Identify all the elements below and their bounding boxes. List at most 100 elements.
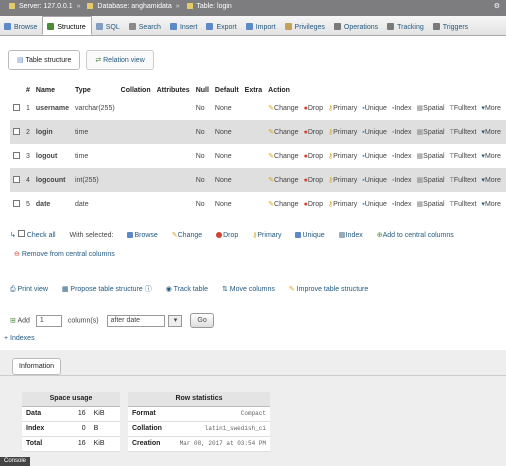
- row-checkbox[interactable]: [13, 199, 20, 207]
- fulltext-action-button[interactable]: TFulltext: [450, 201, 477, 208]
- propose-structure-link[interactable]: ▦ Propose table structure ⓘ: [62, 286, 152, 293]
- improve-structure-link[interactable]: ✎ Improve table structure: [289, 286, 368, 293]
- unique-action-button[interactable]: ▪Unique: [362, 105, 387, 112]
- bulk-unique-button[interactable]: Unique: [295, 232, 325, 239]
- drop-action-button[interactable]: ●Drop: [304, 177, 323, 184]
- spatial-action-button[interactable]: ▦Spatial: [417, 177, 445, 184]
- unique-action-button[interactable]: ▪Unique: [362, 153, 387, 160]
- bulk-index-button[interactable]: Index: [338, 232, 363, 239]
- change-action-button[interactable]: ✎Change: [268, 129, 298, 136]
- drop-action-button[interactable]: ●Drop: [304, 153, 323, 160]
- tab-table-structure[interactable]: ▤ Table structure: [8, 50, 81, 70]
- drop-action-button[interactable]: ●Drop: [304, 105, 323, 112]
- tab-operations[interactable]: Operations: [330, 17, 383, 35]
- move-columns-link[interactable]: ⇅ Move columns: [222, 286, 275, 293]
- more-action-button[interactable]: ▾More: [481, 105, 500, 112]
- more-action-button[interactable]: ▾More: [481, 153, 500, 160]
- more-action-button[interactable]: ▾More: [481, 177, 500, 184]
- bulk-drop-button[interactable]: Drop: [216, 232, 238, 239]
- print-view-link[interactable]: ⎙ Print view: [10, 286, 48, 293]
- table-row: 4 logcount int(255) No None ✎Change ●Drop ⚷Prim…: [10, 168, 506, 192]
- tab-label: Insert: [179, 24, 198, 31]
- check-all-checkbox[interactable]: [17, 230, 25, 237]
- space-usage-header-row: Space usage: [22, 392, 120, 407]
- tab-search[interactable]: Search: [125, 17, 166, 35]
- index-action-button[interactable]: ▪Index: [392, 201, 412, 208]
- change-action-button[interactable]: ✎Change: [268, 105, 298, 112]
- tab-browse[interactable]: Browse: [0, 17, 42, 35]
- fulltext-action-button[interactable]: TFulltext: [450, 177, 477, 184]
- search-icon: [128, 23, 136, 30]
- remove-central-button[interactable]: ⊖ Remove from central columns: [14, 250, 115, 258]
- bulk-primary-button[interactable]: ⚷Primary: [252, 232, 281, 239]
- primary-action-button[interactable]: ⚷Primary: [328, 153, 357, 160]
- spatial-action-button[interactable]: ▦Spatial: [417, 105, 445, 112]
- drop-action-button[interactable]: ●Drop: [304, 201, 323, 208]
- change-action-button[interactable]: ✎Change: [268, 153, 298, 160]
- table-row: 3 logout time No None ✎Change ●Drop ⚷Primary ▪Un…: [10, 144, 506, 168]
- bulk-change-button[interactable]: ✎Change: [172, 232, 202, 239]
- change-action-button[interactable]: ✎Change: [268, 177, 298, 184]
- primary-action-button[interactable]: ⚷Primary: [328, 129, 357, 136]
- bulk-browse-button[interactable]: Browse: [127, 232, 158, 239]
- primary-action-button[interactable]: ⚷Primary: [328, 201, 357, 208]
- console-button[interactable]: Console: [0, 457, 31, 466]
- help-icon[interactable]: ⓘ: [145, 286, 152, 293]
- drop-action-button[interactable]: ●Drop: [304, 129, 323, 136]
- spatial-action-button[interactable]: ▦Spatial: [417, 129, 445, 136]
- bulk-add-central-button[interactable]: ⊕Add to central columns: [377, 232, 454, 239]
- index-action-button[interactable]: ▪Index: [392, 129, 412, 136]
- column-attributes: [153, 144, 193, 168]
- gear-icon[interactable]: ⚙: [494, 2, 500, 10]
- information-button[interactable]: Information: [12, 358, 62, 375]
- row-checkbox[interactable]: [13, 175, 20, 183]
- index-action-button[interactable]: ▪Index: [392, 153, 412, 160]
- tab-sql[interactable]: SQL: [92, 17, 125, 35]
- index-action-button[interactable]: ▪Index: [392, 177, 412, 184]
- breadcrumb-server[interactable]: Server: 127.0.0.1: [19, 3, 73, 10]
- track-table-link[interactable]: ◉ Track table: [166, 286, 208, 293]
- column-collation: [117, 96, 154, 120]
- tab-import[interactable]: Import: [242, 17, 281, 35]
- fulltext-action-button[interactable]: TFulltext: [450, 129, 477, 136]
- breadcrumb-database[interactable]: Database: anghamidata: [97, 3, 171, 10]
- tab-triggers[interactable]: Triggers: [429, 17, 473, 35]
- breadcrumb-table[interactable]: Table: login: [196, 3, 231, 10]
- action-label: Change: [274, 177, 299, 184]
- unique-action-button[interactable]: ▪Unique: [362, 129, 387, 136]
- primary-action-button[interactable]: ⚷Primary: [328, 177, 357, 184]
- row-checkbox[interactable]: [13, 103, 20, 111]
- fulltext-action-button[interactable]: TFulltext: [450, 105, 477, 112]
- tab-privileges[interactable]: Privileges: [281, 17, 330, 35]
- add-columns-form: ⊞ Add 1 column(s) after date ▾ Go: [10, 313, 214, 328]
- tab-label: Tracking: [397, 24, 424, 31]
- spatial-action-button[interactable]: ▦Spatial: [417, 201, 445, 208]
- bulk-unique-label: Unique: [302, 232, 325, 239]
- more-action-button[interactable]: ▾More: [481, 129, 500, 136]
- more-action-button[interactable]: ▾More: [481, 201, 500, 208]
- column-count-input[interactable]: 1: [35, 314, 62, 327]
- fulltext-action-button[interactable]: TFulltext: [450, 153, 477, 160]
- index-action-button[interactable]: ▪Index: [392, 105, 412, 112]
- indexes-toggle[interactable]: + Indexes: [4, 335, 35, 342]
- unique-action-button[interactable]: ▪Unique: [362, 177, 387, 184]
- chevron-down-icon[interactable]: ▾: [168, 314, 183, 327]
- change-action-button[interactable]: ✎Change: [268, 201, 298, 208]
- tab-relation-view[interactable]: ⇄ Relation view: [86, 50, 154, 70]
- unique-action-button[interactable]: ▪Unique: [362, 201, 387, 208]
- go-button[interactable]: Go: [190, 313, 214, 328]
- structure-links: ⎙ Print view ▦ Propose table structure ⓘ…: [10, 284, 380, 294]
- row-checkbox-cell: [10, 144, 23, 168]
- tab-structure[interactable]: Structure: [42, 16, 92, 35]
- check-all-link[interactable]: Check all: [27, 232, 56, 239]
- tab-export[interactable]: Export: [202, 17, 241, 35]
- primary-action-button[interactable]: ⚷Primary: [328, 105, 357, 112]
- row-checkbox[interactable]: [13, 127, 20, 135]
- spatial-action-button[interactable]: ▦Spatial: [417, 153, 445, 160]
- stat-value: Compact: [168, 406, 270, 422]
- tab-insert[interactable]: Insert: [166, 17, 203, 35]
- column-position-select[interactable]: after date: [106, 314, 165, 327]
- row-checkbox[interactable]: [13, 151, 20, 159]
- breadcrumb-separator: »: [76, 3, 81, 10]
- tab-tracking[interactable]: Tracking: [383, 17, 429, 35]
